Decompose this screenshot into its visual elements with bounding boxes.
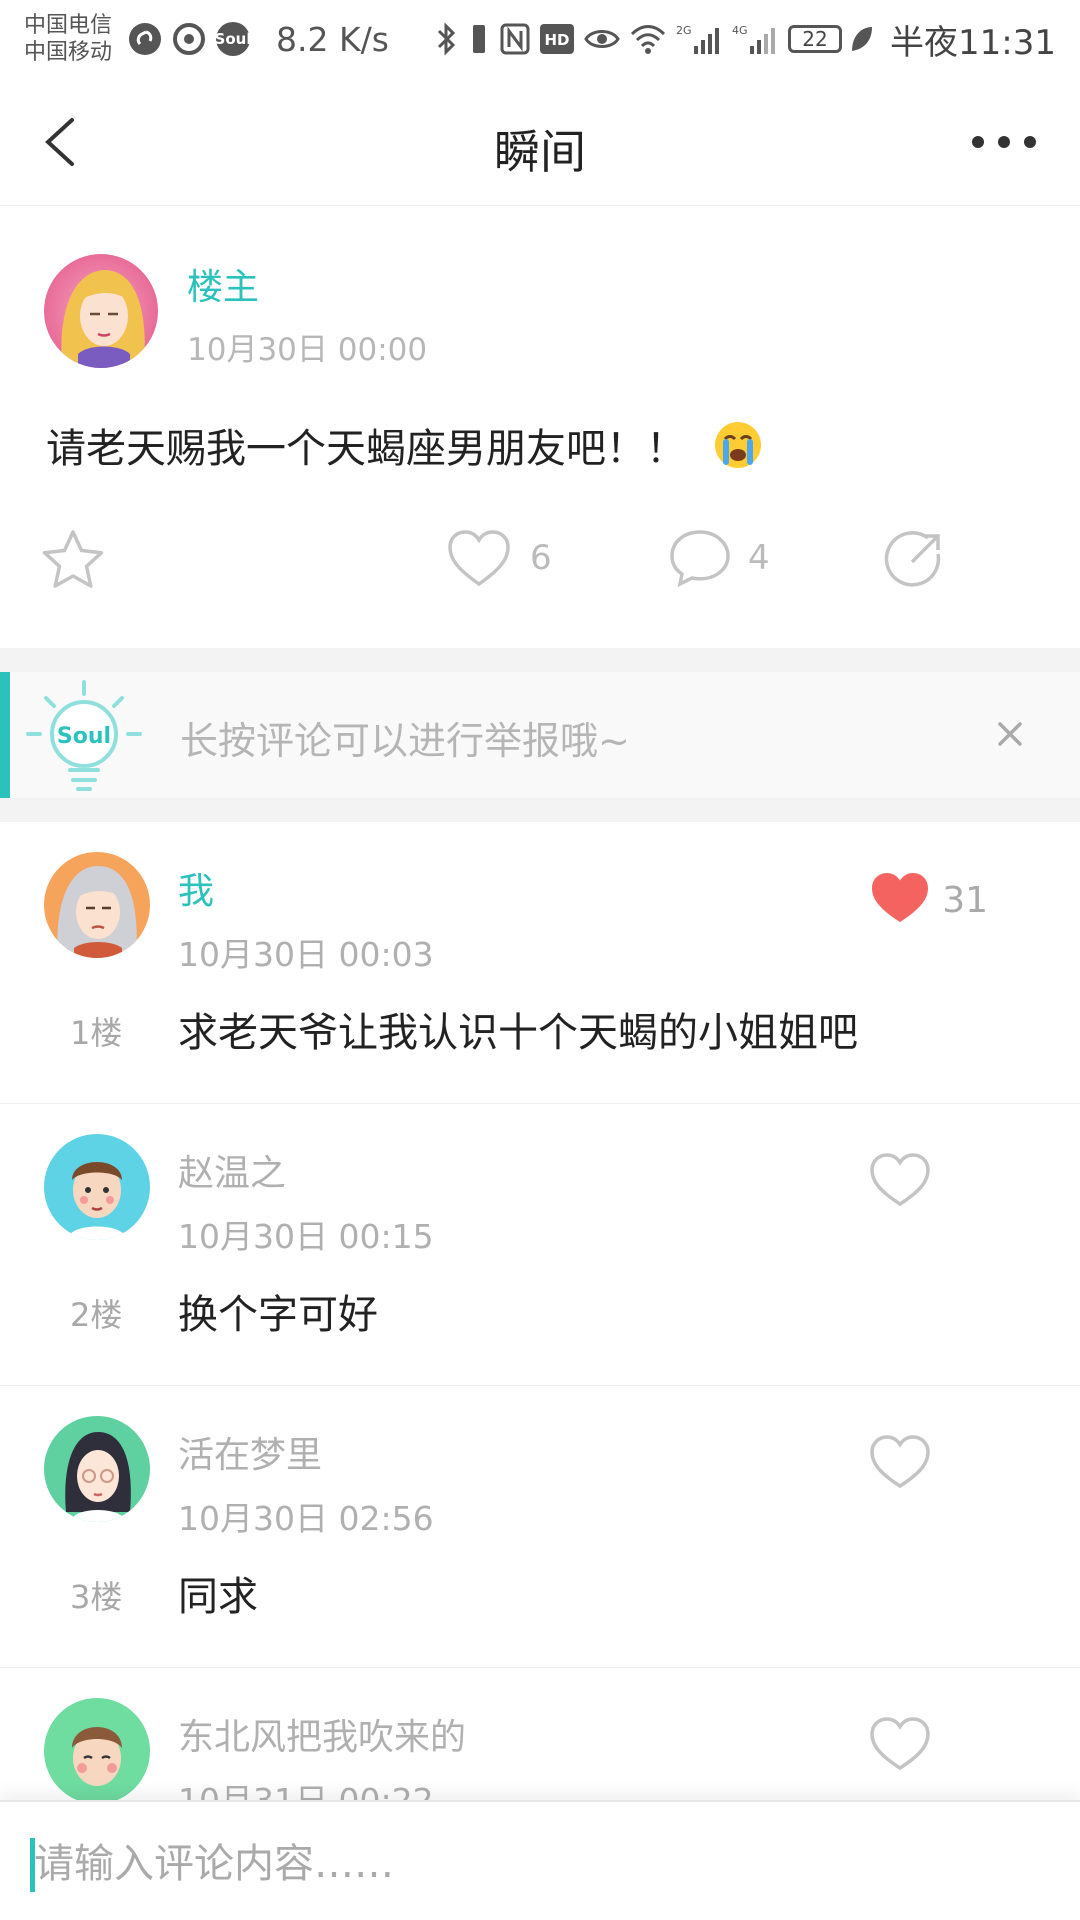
netease-music-icon [128, 22, 162, 56]
comment-timestamp: 10月31日 00:22 [178, 1774, 434, 1800]
signal-4g-icon: 4G [732, 22, 778, 56]
carrier-1: 中国电信 [24, 13, 113, 38]
comment-text: 求老天爷让我认识十个天蝎的小姐姐吧 [178, 1010, 858, 1056]
tip-accent-bar [0, 672, 10, 798]
post-like-count: 6 [530, 538, 552, 578]
top-nav-bar: 瞬间 [0, 78, 1080, 206]
floor-number: 2楼 [70, 1296, 123, 1334]
soul-lightbulb-icon: Soul [26, 680, 142, 791]
tip-logo-text: Soul [57, 724, 111, 749]
heart-outline-icon[interactable] [870, 1434, 930, 1490]
crying-face-emoji-icon [714, 422, 761, 468]
tip-text: 长按评论可以进行举报哦~ [180, 719, 630, 763]
moment-detail-screen: 中国电信 中国移动 Soul 8.2 K/s HD 2G 4G 22 半夜11:… [0, 0, 1080, 1920]
network-speed: 8.2 K/s [276, 19, 389, 59]
comment-like-count: 31 [942, 880, 988, 921]
heart-outline-icon[interactable] [870, 1716, 930, 1772]
post-like-button[interactable]: 6 [446, 528, 552, 588]
more-options-icon[interactable] [968, 128, 1040, 156]
comment-text: 换个字可好 [178, 1292, 378, 1338]
comment-bubble-icon [670, 530, 730, 588]
post-content-text: 请老天赐我一个天蝎座男朋友吧！！ [46, 426, 686, 472]
signal-2g-icon: 2G [676, 22, 722, 56]
commenter-name[interactable]: 东北风把我吹来的 [178, 1708, 466, 1760]
status-bar: 中国电信 中国移动 Soul 8.2 K/s HD 2G 4G 22 半夜11:… [0, 0, 1080, 78]
post-content: 请老天赐我一个天蝎座男朋友吧！！ [46, 416, 763, 474]
post-comment-count: 4 [748, 538, 770, 578]
page-title: 瞬间 [494, 125, 586, 179]
post-comment-button[interactable]: 4 [668, 528, 770, 588]
commenter-name[interactable]: 我 [178, 862, 214, 914]
carrier-2: 中国移动 [24, 40, 113, 65]
floor-number: 3楼 [70, 1578, 123, 1616]
soul-app-icon: Soul [215, 22, 251, 56]
comment-item[interactable]: 活在梦里 10月30日 02:56 3楼 同求 [0, 1386, 1080, 1668]
commenter-avatar[interactable] [44, 1134, 150, 1240]
commenter-avatar[interactable] [44, 852, 150, 958]
floor-number: 1楼 [70, 1014, 123, 1052]
comment-item[interactable]: 我 10月30日 00:03 1楼 求老天爷让我认识十个天蝎的小姐姐吧 31 [0, 822, 1080, 1104]
section-divider [0, 798, 1080, 822]
post-timestamp: 10月30日 00:00 [187, 332, 428, 368]
post-author-name[interactable]: 楼主 [187, 258, 259, 310]
hd-icon: HD [540, 24, 575, 54]
share-icon [884, 531, 941, 587]
comment-timestamp: 10月30日 00:15 [178, 1217, 434, 1256]
heart-outline-icon [448, 530, 510, 587]
commenter-name[interactable]: 活在梦里 [178, 1426, 322, 1478]
comment-input-bar [0, 1800, 1080, 1920]
signal-2g-label: 2G [676, 24, 692, 37]
signal-4g-label: 4G [732, 24, 748, 37]
nfc-icon [500, 23, 530, 55]
share-button[interactable] [882, 528, 946, 592]
leaf-icon [850, 25, 874, 53]
commenter-avatar[interactable] [44, 1416, 150, 1522]
clock: 半夜11:31 [890, 22, 1056, 63]
favorite-button[interactable] [40, 528, 106, 592]
comment-text: 同求 [178, 1574, 258, 1620]
close-icon[interactable] [984, 708, 1036, 760]
bluetooth-icon [436, 22, 458, 56]
weibo-icon [172, 22, 206, 56]
heart-outline-icon[interactable] [870, 1152, 930, 1208]
moment-post: 楼主 10月30日 00:00 请老天赐我一个天蝎座男朋友吧！！ 6 4 [0, 206, 1080, 648]
commenter-avatar[interactable] [44, 1698, 150, 1800]
hd-label: HD [545, 31, 570, 49]
eye-care-icon [584, 25, 620, 53]
comment-timestamp: 10月30日 02:56 [178, 1499, 434, 1538]
vibrate-icon [468, 22, 490, 56]
comment-item[interactable]: 东北风把我吹来的 10月31日 00:22 [0, 1668, 1080, 1800]
battery-indicator: 22 [788, 25, 843, 53]
wifi-icon [630, 24, 666, 54]
heart-filled-icon[interactable] [870, 870, 930, 926]
carrier-names: 中国电信 中国移动 [24, 12, 112, 66]
section-divider [0, 648, 1080, 672]
comment-item[interactable]: 赵温之 10月30日 00:15 2楼 换个字可好 [0, 1104, 1080, 1386]
report-tip-banner: Soul 长按评论可以进行举报哦~ [0, 672, 1080, 798]
post-author-avatar[interactable] [44, 254, 158, 368]
comment-timestamp: 10月30日 00:03 [178, 935, 434, 974]
comment-input[interactable] [34, 1832, 1034, 1896]
commenter-name[interactable]: 赵温之 [178, 1144, 286, 1196]
star-icon [42, 530, 104, 588]
